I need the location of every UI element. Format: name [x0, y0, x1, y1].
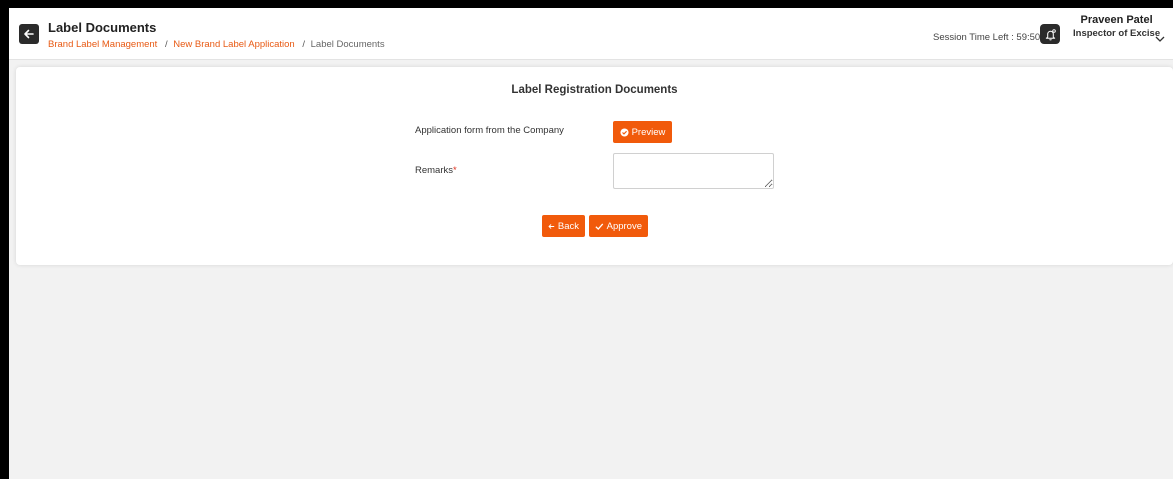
breadcrumb-brand-label-management[interactable]: Brand Label Management: [48, 39, 157, 50]
approve-button-label: Approve: [606, 220, 642, 232]
bell-icon: [1045, 28, 1056, 40]
preview-button[interactable]: Preview: [613, 121, 672, 143]
session-timer: Session Time Left : 59:50: [933, 32, 1041, 43]
arrow-left-icon: [548, 223, 555, 229]
breadcrumb-new-brand-label-application[interactable]: New Brand Label Application: [173, 39, 294, 50]
user-role: Inspector of Excise: [1073, 28, 1161, 39]
remarks-label-text: Remarks: [415, 165, 454, 176]
check-icon: [595, 222, 604, 230]
preview-button-label: Preview: [631, 126, 666, 138]
remarks-label: Remarks*: [415, 165, 457, 176]
documents-card: Label Registration Documents Application…: [16, 67, 1173, 265]
chevron-down-icon: [1155, 36, 1165, 42]
header-back-button[interactable]: [19, 24, 39, 44]
remarks-input[interactable]: [613, 153, 774, 189]
user-menu-toggle[interactable]: [1155, 30, 1165, 48]
back-button[interactable]: Back: [542, 215, 585, 237]
notifications-button[interactable]: [1040, 24, 1060, 44]
application-form-label: Application form from the Company: [415, 125, 564, 136]
section-title: Label Registration Documents: [511, 84, 678, 96]
page-title: Label Documents: [48, 20, 157, 35]
breadcrumb-separator: /: [302, 39, 305, 50]
eye-icon: [620, 127, 629, 137]
breadcrumb-current: Label Documents: [310, 39, 385, 50]
arrow-left-icon: [24, 29, 34, 39]
approve-button[interactable]: Approve: [589, 215, 648, 237]
required-marker: *: [453, 165, 457, 176]
breadcrumb: Brand Label Management / New Brand Label…: [48, 39, 385, 50]
header: Label Documents Brand Label Management /…: [9, 8, 1173, 60]
user-menu[interactable]: Praveen Patel Inspector of Excise: [1073, 14, 1160, 39]
back-button-label: Back: [557, 220, 579, 232]
user-name: Praveen Patel: [1080, 14, 1153, 26]
breadcrumb-separator: /: [164, 39, 168, 50]
